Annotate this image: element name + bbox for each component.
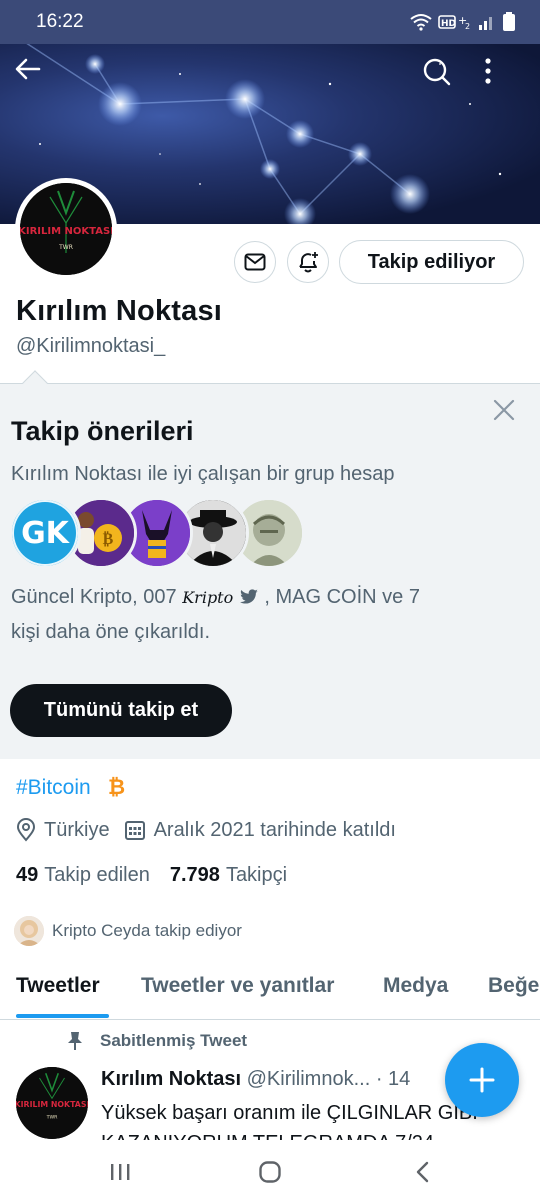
follow-counts: 49 Takip edilen 7.798 Takipçi	[16, 864, 287, 887]
close-icon	[493, 399, 515, 421]
location-pin-icon	[16, 818, 36, 842]
signal-icon	[479, 17, 492, 30]
volte-icon: HD +2	[438, 14, 470, 31]
recent-apps-button[interactable]	[90, 1152, 150, 1192]
tweet-time: · 14	[370, 1068, 411, 1090]
pin-icon	[68, 1032, 82, 1050]
wifi-icon	[410, 14, 432, 31]
following-count-link[interactable]: 49 Takip edilen	[16, 864, 150, 887]
svg-text:2: 2	[465, 22, 470, 31]
followers-count-link[interactable]: 7.798 Takipçi	[170, 864, 287, 887]
tweet-author-avatar[interactable]: KIRILIM NOKTASI TWR	[16, 1067, 88, 1139]
svg-text:TWR: TWR	[46, 1115, 58, 1121]
svg-text:HD: HD	[441, 19, 456, 29]
status-icons: HD +2	[410, 12, 516, 32]
suggested-names: Güncel Kripto, 007 Kripto , MAG COİN ve …	[11, 580, 511, 649]
search-icon	[423, 58, 451, 86]
envelope-icon	[244, 253, 266, 271]
profile-tabs: Tweetler Tweetler ve yanıtlar Medya Beğe	[0, 956, 540, 1020]
svg-text:TWR: TWR	[58, 244, 73, 251]
home-button[interactable]	[240, 1152, 300, 1192]
tweet-avatar-logo: KIRILIM NOKTASI TWR	[16, 1067, 88, 1139]
arrow-left-icon	[15, 58, 41, 80]
suggested-name-script: Kripto	[182, 588, 234, 607]
notifications-button[interactable]	[287, 241, 329, 283]
gk-logo-text: GK	[21, 516, 71, 551]
following-label: Takip edilen	[44, 864, 150, 886]
more-button[interactable]	[484, 58, 528, 102]
suggested-names-part1: Güncel Kripto, 007	[11, 586, 183, 608]
bitcoin-symbol: ₿	[108, 776, 126, 799]
suggested-names-part2: , MAG COİN ve 7	[258, 586, 420, 608]
chevron-left-icon	[416, 1161, 429, 1183]
pinned-tweet-label: Sabitlenmiş Tweet	[66, 1031, 247, 1051]
bell-plus-icon	[299, 252, 318, 273]
recent-apps-icon	[111, 1164, 130, 1180]
profile-join-date: Aralık 2021 tarihinde katıldı	[153, 818, 396, 841]
status-time: 16:22	[36, 11, 84, 32]
tab-tweets[interactable]: Tweetler	[16, 974, 100, 998]
tab-tweets-and-replies[interactable]: Tweetler ve yanıtlar	[141, 974, 334, 998]
status-bar: 16:22 HD +2	[0, 0, 540, 44]
profile-meta-row: Türkiye Aralık 2021 tarihinde katıldı	[16, 818, 396, 842]
profile-handle: @Kirilimnoktasi_	[16, 335, 166, 357]
back-button[interactable]	[15, 58, 59, 102]
following-button[interactable]: Takip ediliyor	[339, 240, 524, 284]
follower-avatar-art	[14, 916, 44, 946]
follow-all-button[interactable]: Tümünü takip et	[10, 684, 232, 737]
followers-label: Takipçi	[225, 864, 288, 886]
compose-tweet-button[interactable]	[445, 1043, 519, 1117]
tweet-author-name[interactable]: Kırılım Noktası	[101, 1068, 241, 1090]
more-vertical-icon	[485, 58, 491, 84]
home-icon	[259, 1161, 281, 1183]
pinned-label-text: Sabitlenmiş Tweet	[100, 1031, 248, 1050]
tweet-header: Kırılım Noktası @Kirilimnok... · 14	[101, 1068, 410, 1091]
suggested-avatar[interactable]: GK	[9, 497, 81, 569]
tweet-avatar-logo-text: KIRILIM NOKTASI	[16, 1100, 88, 1109]
following-count: 49	[16, 864, 39, 886]
suggestions-subtitle: Kırılım Noktası ile iyi çalışan bir grup…	[11, 463, 395, 485]
profile-screen: 16:22 HD +2 KIRILIM NOKTASI TWR Takip ed…	[0, 0, 540, 1200]
active-tab-indicator	[16, 1014, 109, 1018]
followers-count: 7.798	[169, 864, 220, 886]
follower-avatar	[14, 916, 44, 946]
bio-hashtag-link[interactable]: #Bitcoin	[16, 776, 91, 800]
system-navigation-bar	[0, 1140, 540, 1200]
avatar-logo: KIRILIM NOKTASI TWR	[20, 183, 112, 275]
followed-by-row[interactable]: Kripto Ceyda takip ediyor	[14, 916, 242, 946]
gk-logo: GK	[12, 500, 78, 566]
search-button[interactable]	[423, 58, 467, 102]
tab-media[interactable]: Medya	[383, 974, 448, 998]
dismiss-suggestions-button[interactable]	[488, 394, 520, 426]
bird-icon	[239, 589, 258, 604]
tweet-author-handle: @Kirilimnok...	[246, 1068, 371, 1090]
suggestions-title: Takip önerileri	[11, 416, 194, 446]
profile-avatar[interactable]: KIRILIM NOKTASI TWR	[15, 178, 117, 280]
avatar-logo-text: KIRILIM NOKTASI	[20, 226, 112, 237]
system-back-button[interactable]	[392, 1152, 452, 1192]
battery-icon	[503, 12, 515, 31]
message-button[interactable]	[234, 241, 276, 283]
suggested-names-line2: kişi daha öne çıkarıldı.	[11, 621, 210, 643]
followed-by-text: Kripto Ceyda takip ediyor	[52, 921, 242, 940]
plus-icon	[469, 1067, 495, 1093]
calendar-icon	[124, 821, 145, 840]
avatar-image: KIRILIM NOKTASI TWR	[20, 183, 112, 275]
profile-display-name: Kırılım Noktası	[16, 295, 223, 327]
svg-text:₿: ₿	[103, 529, 114, 548]
profile-location: Türkiye	[44, 818, 110, 841]
suggested-avatars: GK ₿	[9, 497, 309, 571]
tab-likes[interactable]: Beğe	[488, 974, 539, 998]
